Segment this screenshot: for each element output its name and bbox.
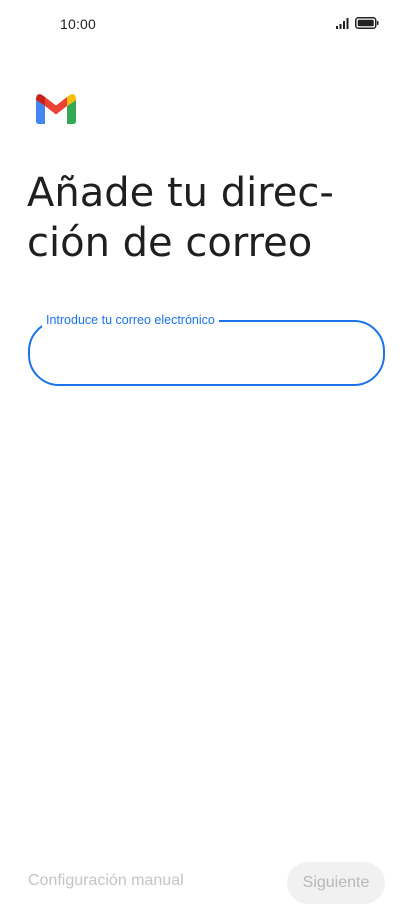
status-icons [336, 17, 379, 29]
signal-icon [336, 17, 349, 29]
manual-setup-link[interactable]: Configuración manual [28, 872, 184, 890]
status-bar: 10:00 [0, 0, 413, 52]
gmail-logo [36, 94, 76, 124]
email-input[interactable] [48, 332, 367, 376]
email-field[interactable]: Introduce tu correo electrónico [28, 313, 385, 386]
status-time: 10:00 [60, 16, 97, 32]
email-field-label: Introduce tu correo electrónico [42, 313, 219, 327]
next-button[interactable]: Siguiente [287, 862, 385, 904]
page-title: Añade tu direc-ción de correo [27, 170, 334, 266]
battery-icon [355, 17, 379, 29]
